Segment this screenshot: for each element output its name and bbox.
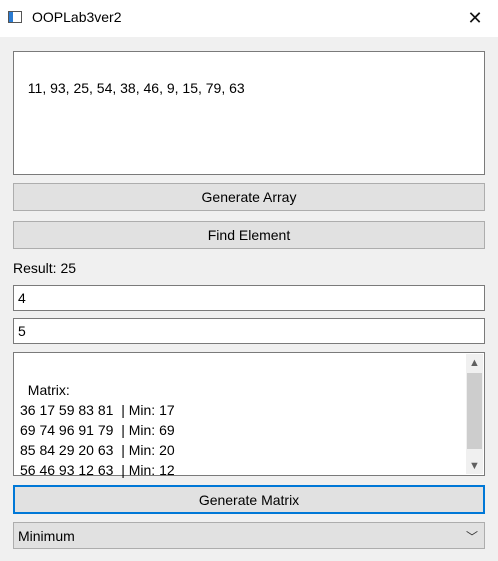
- rows-input-value: 4: [18, 290, 26, 306]
- scroll-down-icon[interactable]: ▼: [466, 457, 483, 474]
- array-output-textbox[interactable]: 11, 93, 25, 54, 38, 46, 9, 15, 79, 63: [13, 51, 485, 175]
- matrix-output-textbox[interactable]: Matrix: 36 17 59 83 81 | Min: 17 69 74 9…: [13, 352, 485, 478]
- cols-input[interactable]: 5: [13, 318, 485, 344]
- matrix-output-text: Matrix: 36 17 59 83 81 | Min: 17 69 74 9…: [20, 382, 175, 478]
- cols-input-value: 5: [18, 323, 26, 339]
- mode-select[interactable]: Minimum ﹀: [13, 522, 485, 549]
- close-button[interactable]: ✕: [452, 0, 498, 37]
- matrix-scrollbar[interactable]: ▲ ▼: [466, 354, 483, 474]
- result-label: Result: 25: [13, 260, 77, 276]
- mode-select-value: Minimum: [18, 528, 75, 544]
- rows-input[interactable]: 4: [13, 285, 485, 311]
- chevron-down-icon[interactable]: ﹀: [466, 528, 478, 545]
- array-output-text: 11, 93, 25, 54, 38, 46, 9, 15, 79, 63: [27, 80, 245, 96]
- find-element-button[interactable]: Find Element: [13, 221, 485, 249]
- title-bar: OOPLab3ver2 ✕: [0, 0, 498, 37]
- generate-matrix-button[interactable]: Generate Matrix: [13, 485, 485, 514]
- window-title: OOPLab3ver2: [32, 9, 122, 25]
- scrollbar-thumb[interactable]: [467, 373, 482, 449]
- generate-array-button[interactable]: Generate Array: [13, 183, 485, 211]
- scroll-up-icon[interactable]: ▲: [466, 354, 483, 371]
- app-window-icon: [8, 11, 22, 23]
